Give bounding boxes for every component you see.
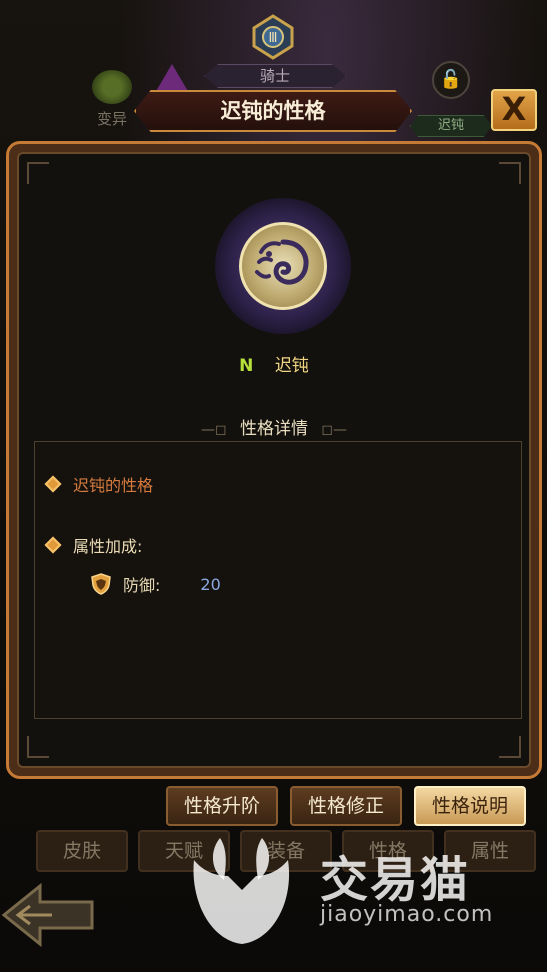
tab-skin[interactable]: 皮肤 [36, 830, 128, 872]
close-button[interactable]: X [491, 89, 537, 131]
unlock-button[interactable]: 🔓 [432, 61, 470, 99]
dialog-body: N 迟钝 —◻ 性格详情 ◻— 迟钝的性格 属性加成: 防御: 20 [17, 152, 531, 768]
corner-ornament [499, 162, 521, 184]
trait-grade-line: N 迟钝 [19, 351, 529, 376]
stat-name: 防御: [123, 576, 161, 595]
corner-ornament [27, 162, 49, 184]
rank-emblem-icon: Ⅲ [252, 14, 294, 60]
rank-numeral: Ⅲ [269, 31, 278, 46]
mutate-button[interactable]: 变异 [86, 70, 138, 129]
unlock-icon: 🔓 [439, 69, 463, 90]
stat-row: 防御: 20 [91, 572, 221, 596]
stat-value: 20 [200, 574, 221, 594]
tab-talent[interactable]: 天赋 [138, 830, 230, 872]
trait-dialog: N 迟钝 —◻ 性格详情 ◻— 迟钝的性格 属性加成: 防御: 20 [6, 141, 542, 779]
action-tab-bar: 性格升阶 性格修正 性格说明 [166, 786, 526, 826]
trait-tag: 迟钝 [410, 115, 492, 137]
title-ornament-right: ◻— [321, 422, 348, 438]
bonus-label: 属性加成: [73, 537, 143, 556]
trait-label: 迟钝的性格 [73, 476, 154, 495]
trait-detail-box: 迟钝的性格 属性加成: 防御: 20 [34, 441, 522, 719]
virus-icon [92, 70, 132, 104]
class-tag: 骑士 [204, 64, 346, 88]
section-title: —◻ 性格详情 ◻— [19, 414, 529, 439]
swirl-beast-icon [215, 198, 351, 334]
back-arrow-icon[interactable] [0, 880, 96, 950]
title-ornament-left: —◻ [200, 422, 227, 438]
diamond-bullet-icon [44, 536, 62, 554]
section-title-text: 性格详情 [240, 419, 308, 439]
hero-nav-tabs: 皮肤 天赋 装备 性格 属性 [36, 830, 536, 872]
dialog-title: 迟钝的性格 [134, 90, 412, 132]
corner-ornament [499, 736, 521, 758]
trait-name: 迟钝 [274, 356, 309, 376]
tab-trait-modify[interactable]: 性格修正 [290, 786, 402, 826]
tab-trait-info[interactable]: 性格说明 [414, 786, 526, 826]
tab-attributes[interactable]: 属性 [444, 830, 536, 872]
grade-badge: N [239, 356, 254, 376]
diamond-bullet-icon [44, 475, 62, 493]
corner-ornament [27, 736, 49, 758]
bonus-label-row: 属性加成: [44, 533, 143, 557]
tab-equipment[interactable]: 装备 [240, 830, 332, 872]
close-icon: X [501, 90, 527, 128]
tab-personality[interactable]: 性格 [342, 830, 434, 872]
trait-label-row: 迟钝的性格 [44, 472, 154, 496]
tab-trait-upgrade[interactable]: 性格升阶 [166, 786, 278, 826]
mutate-label: 变异 [96, 110, 127, 128]
shield-icon [91, 573, 111, 595]
